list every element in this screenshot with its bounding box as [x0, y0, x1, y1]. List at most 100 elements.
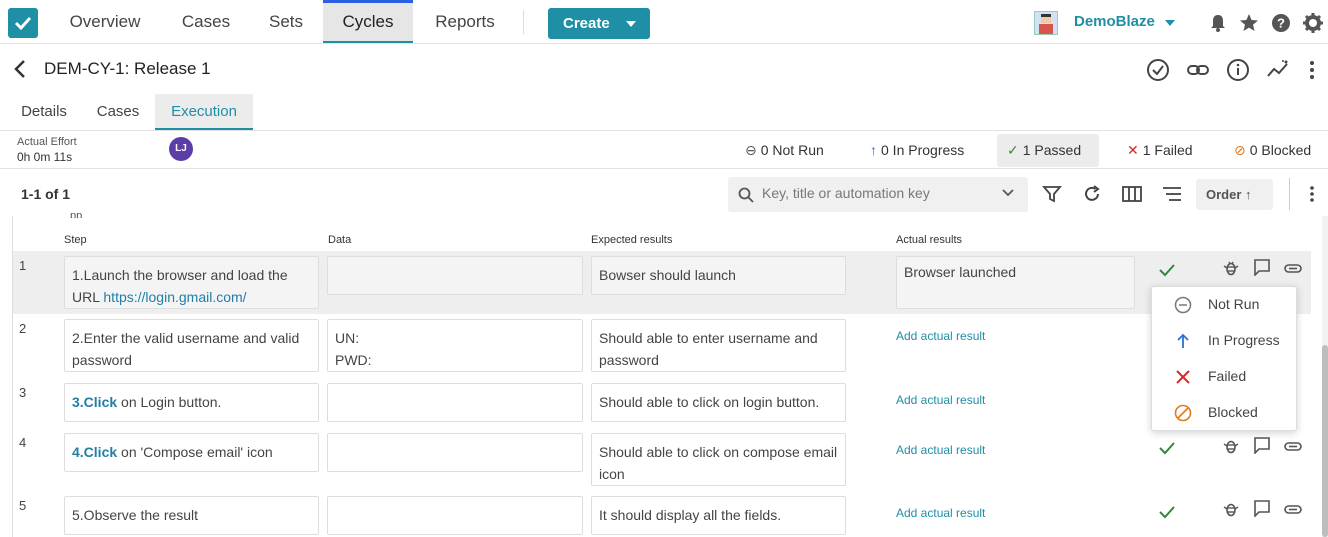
status-dropdown-menu: Not Run In Progress Failed Blocked [1151, 286, 1297, 431]
add-actual-result-link[interactable]: Add actual result [896, 393, 985, 407]
data-cell[interactable] [327, 496, 583, 535]
menu-item-label: In Progress [1208, 332, 1280, 348]
nav-tab-sets[interactable]: Sets [257, 0, 315, 43]
tab-cases[interactable]: Cases [86, 94, 150, 130]
passed-check-icon[interactable] [1158, 263, 1176, 277]
minus-circle-icon: ⊖ [745, 142, 757, 158]
chevron-down-icon[interactable] [1002, 188, 1014, 198]
expected-cell[interactable]: Should able to click on compose email ic… [591, 433, 846, 486]
step-cell[interactable]: 5.Observe the result [64, 496, 319, 535]
passed-check-icon[interactable] [1158, 505, 1176, 519]
add-actual-result-link[interactable]: Add actual result [896, 329, 985, 343]
nav-tab-cycles[interactable]: Cycles [323, 0, 413, 43]
status-divider [0, 168, 1328, 169]
step-cell[interactable]: 2.Enter the valid username and valid pas… [64, 319, 319, 372]
app-logo[interactable] [8, 8, 38, 38]
columns-icon[interactable] [1122, 184, 1142, 204]
step-cell[interactable]: 4.Click on 'Compose email' icon [64, 433, 319, 472]
step-cell[interactable]: 1.Launch the browser and load the URL ht… [64, 256, 319, 309]
menu-item-blocked[interactable]: Blocked [1152, 395, 1298, 431]
help-icon[interactable]: ? [1270, 12, 1292, 34]
expected-cell[interactable]: Bowser should launch [591, 256, 846, 295]
menu-item-failed[interactable]: Failed [1152, 359, 1298, 395]
actual-result-text: Browser launched [904, 264, 1017, 280]
more-vertical-icon[interactable] [1306, 58, 1318, 82]
nav-tab-reports[interactable]: Reports [421, 0, 509, 43]
link-icon[interactable] [1186, 58, 1210, 82]
assignee-avatar[interactable]: LJ [169, 137, 193, 161]
add-actual-result-link[interactable]: Add actual result [896, 443, 985, 457]
column-header-step: Step [64, 234, 87, 246]
search-box[interactable] [728, 177, 1028, 212]
project-avatar[interactable] [1034, 11, 1058, 35]
step-text: 5.Observe the result [72, 507, 199, 523]
gear-icon[interactable] [1302, 12, 1324, 34]
search-input[interactable] [762, 185, 992, 201]
x-icon [1176, 370, 1190, 384]
x-icon: ✕ [1127, 142, 1139, 158]
status-label: 0 Blocked [1249, 142, 1312, 158]
menu-item-in-progress[interactable]: In Progress [1152, 323, 1298, 359]
expected-text: Should able to enter username and passwo… [599, 330, 818, 368]
comment-icon[interactable] [1253, 499, 1271, 517]
blocked-icon [1174, 404, 1192, 422]
activity-chart-icon[interactable] [1266, 58, 1290, 82]
create-button[interactable]: Create [548, 8, 650, 39]
comment-icon[interactable] [1253, 258, 1271, 276]
refresh-icon[interactable] [1082, 184, 1102, 204]
density-icon[interactable] [1162, 184, 1182, 204]
expected-text: It should display all the fields. [599, 507, 782, 523]
more-vertical-icon[interactable] [1306, 184, 1318, 204]
data-cell[interactable] [327, 383, 583, 422]
actual-effort-value: 0h 0m 11s [17, 150, 73, 164]
caret-down-icon [626, 21, 636, 27]
avatar-icon [1039, 14, 1053, 34]
project-name[interactable]: DemoBlaze [1074, 13, 1155, 30]
attachment-icon[interactable] [1284, 500, 1302, 518]
actual-result-cell[interactable]: Browser launched [896, 256, 1135, 309]
expected-cell[interactable]: Should able to enter username and passwo… [591, 319, 846, 372]
check-circle-icon[interactable] [1146, 58, 1170, 82]
scrollbar-thumb[interactable] [1322, 345, 1328, 537]
bug-icon[interactable] [1222, 500, 1240, 518]
bug-icon[interactable] [1222, 437, 1240, 455]
column-header-data: Data [328, 234, 352, 246]
search-icon [738, 187, 754, 203]
status-filter-passed[interactable]: ✓ 1 Passed [997, 134, 1099, 167]
nav-tab-cases[interactable]: Cases [169, 0, 243, 43]
comment-icon[interactable] [1253, 436, 1271, 454]
bell-icon[interactable] [1207, 12, 1229, 34]
status-filter-in-progress[interactable]: ↑ 0 In Progress [860, 134, 974, 167]
tab-details[interactable]: Details [8, 94, 80, 130]
status-filter-failed[interactable]: ✕ 1 Failed [1117, 134, 1203, 167]
project-caret-icon[interactable] [1165, 20, 1175, 26]
step-link[interactable]: 3.Click [72, 394, 117, 410]
info-icon[interactable] [1226, 58, 1250, 82]
data-cell[interactable]: UN: PWD: [327, 319, 583, 372]
data-cell[interactable] [327, 433, 583, 472]
status-label: 1 Failed [1142, 142, 1193, 158]
data-cell[interactable] [327, 256, 583, 295]
status-filter-not-run[interactable]: ⊖ 0 Not Run [735, 134, 834, 167]
step-text: on 'Compose email' icon [117, 444, 273, 460]
tab-execution[interactable]: Execution [155, 94, 253, 130]
bug-icon[interactable] [1222, 259, 1240, 277]
passed-check-icon[interactable] [1158, 441, 1176, 455]
menu-item-not-run[interactable]: Not Run [1152, 287, 1298, 323]
add-actual-result-link[interactable]: Add actual result [896, 506, 985, 520]
order-button[interactable]: Order ↑ [1196, 179, 1273, 210]
expected-cell[interactable]: Should able to click on login button. [591, 383, 846, 422]
back-arrow-icon[interactable] [12, 58, 28, 80]
step-cell[interactable]: 3.Click on Login button. [64, 383, 319, 422]
step-link[interactable]: https://login.gmail.com/ [103, 289, 246, 305]
attachment-icon[interactable] [1284, 259, 1302, 277]
expected-cell[interactable]: It should display all the fields. [591, 496, 846, 535]
attachment-icon[interactable] [1284, 437, 1302, 455]
status-filter-blocked[interactable]: ⊘ 0 Blocked [1224, 134, 1321, 167]
star-icon[interactable] [1238, 12, 1260, 34]
column-header-expected: Expected results [591, 234, 673, 246]
step-link[interactable]: 4.Click [72, 444, 117, 460]
result-count: 1-1 of 1 [21, 186, 71, 202]
filter-icon[interactable] [1042, 184, 1062, 204]
nav-tab-overview[interactable]: Overview [55, 0, 155, 43]
